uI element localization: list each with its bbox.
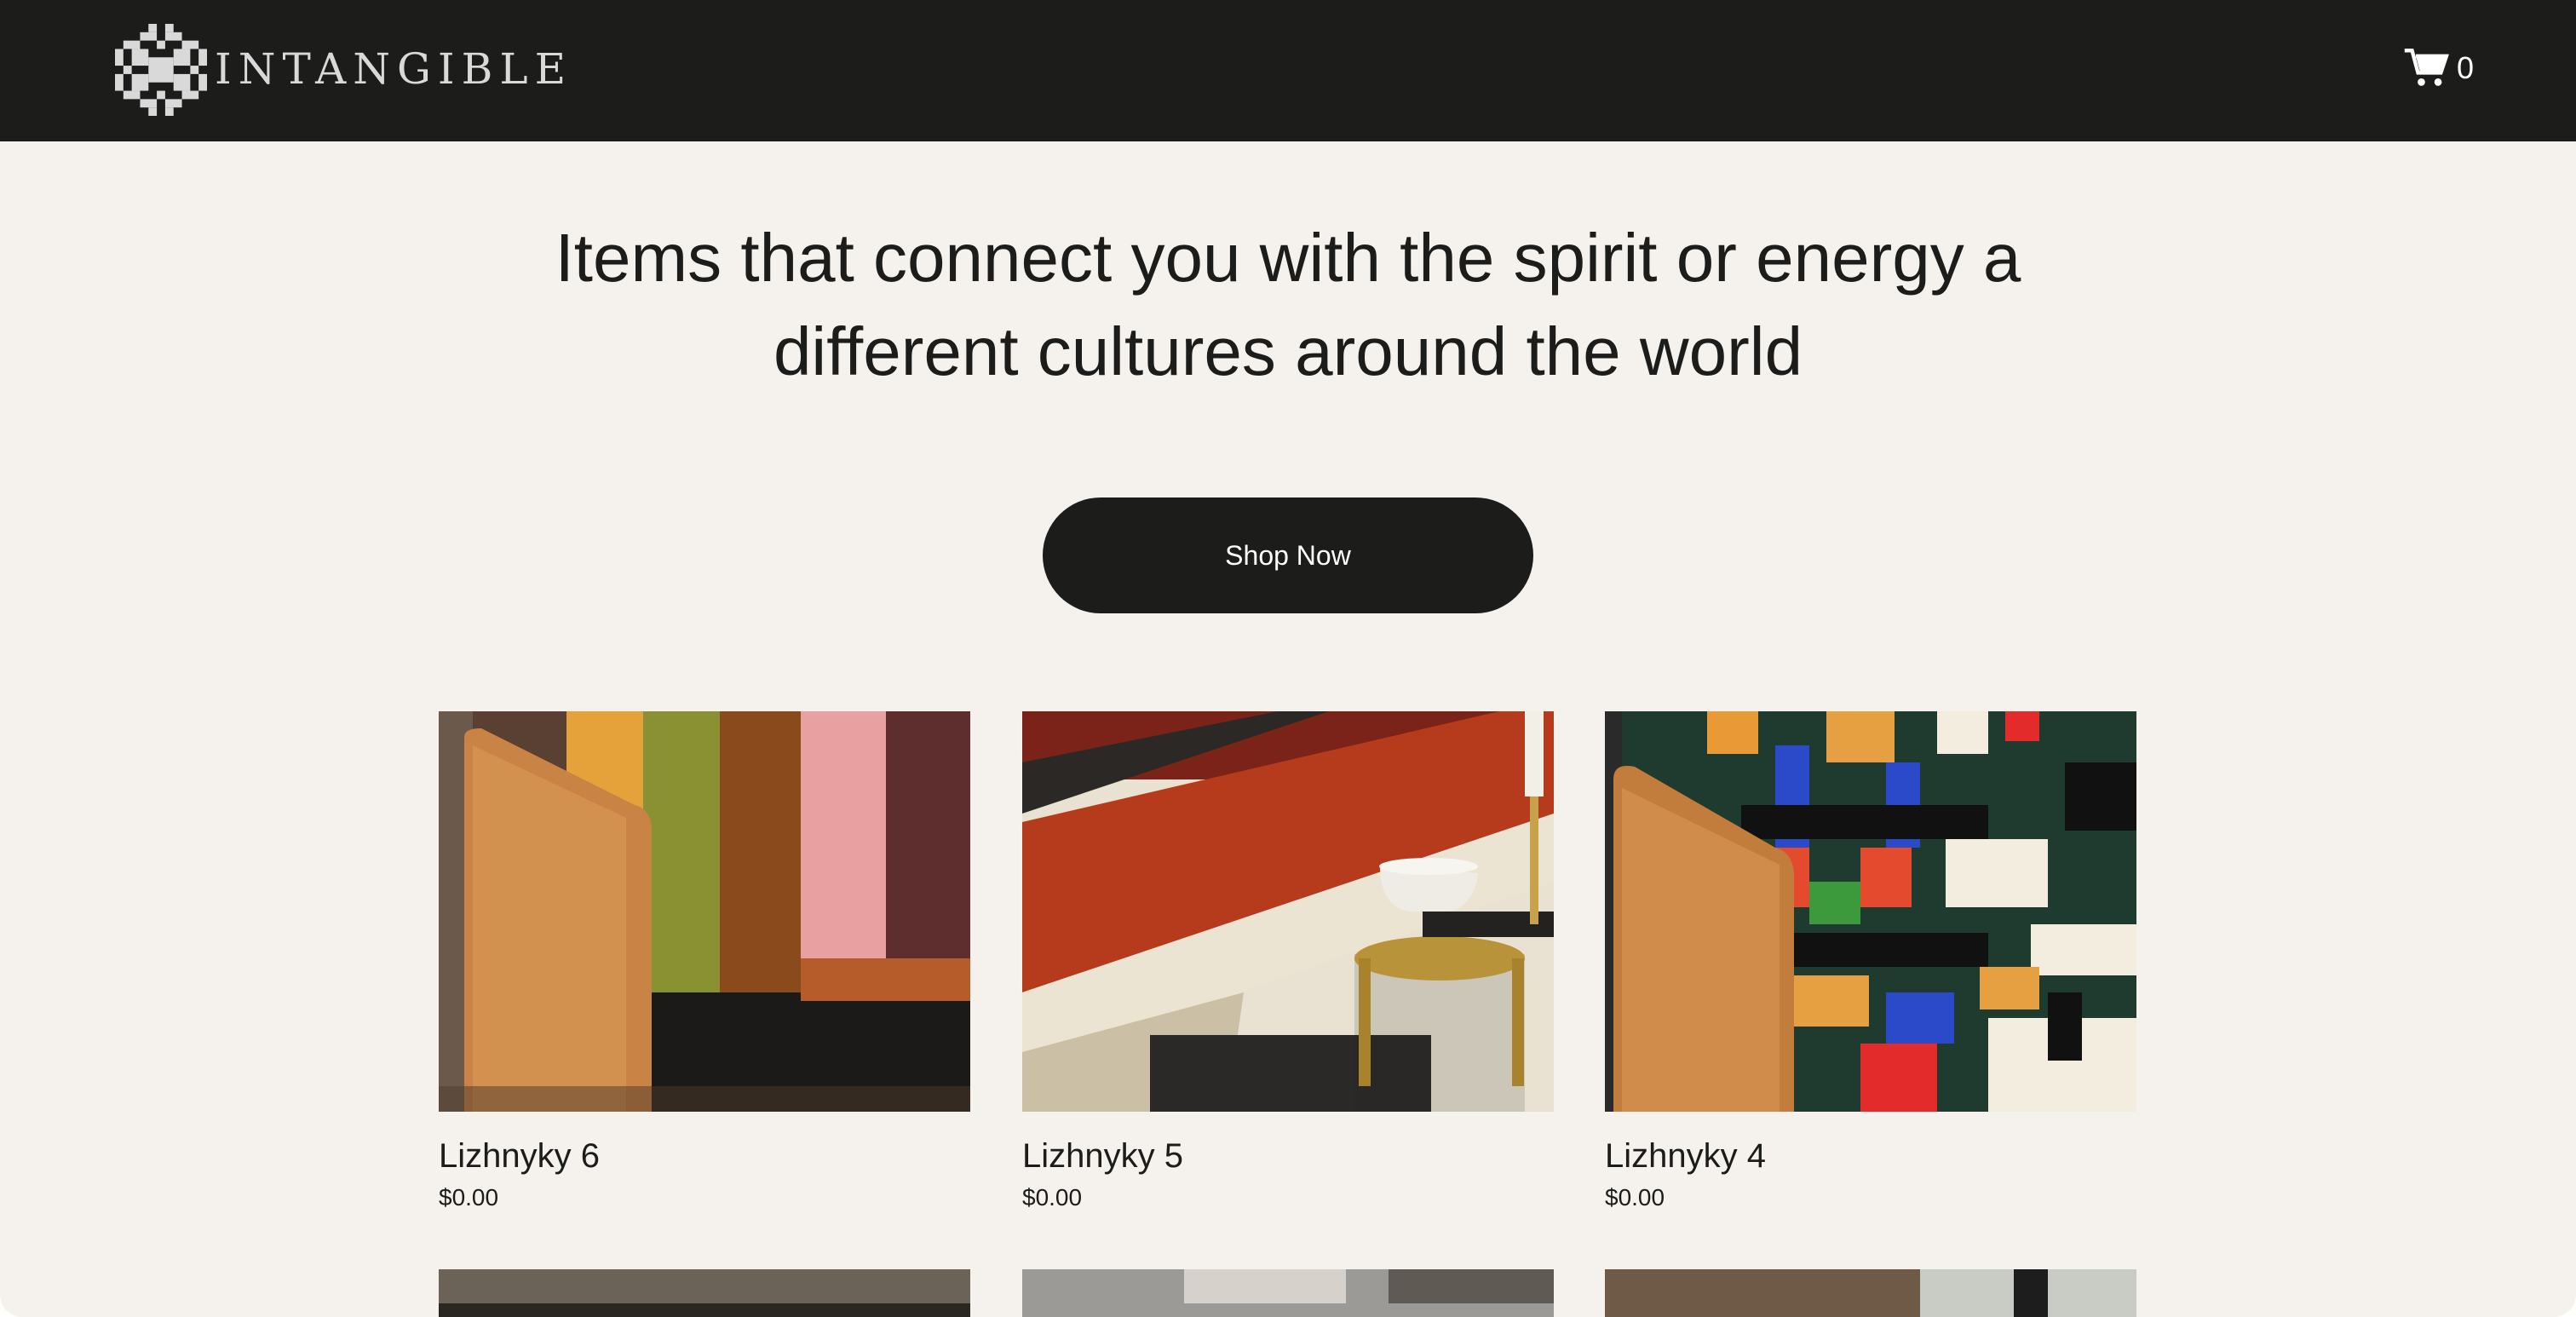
product-name[interactable]: Lizhnyky 6 <box>439 1136 970 1176</box>
hero-headline: Items that connect you with the spirit o… <box>555 220 2021 389</box>
product-card[interactable]: Lizhnyky 6 $0.00 <box>439 711 970 1212</box>
product-image[interactable] <box>1022 1269 1554 1317</box>
product-card[interactable]: Lizhnyky 4 $0.00 <box>1605 711 2136 1212</box>
product-card-row2[interactable] <box>439 1269 970 1317</box>
product-image[interactable] <box>1022 711 1554 1112</box>
site-header: INTANGIBLE 0 <box>0 0 2576 141</box>
product-image[interactable] <box>439 711 970 1112</box>
product-image[interactable] <box>439 1269 970 1317</box>
shop-now-button[interactable]: Shop Now <box>1043 497 1533 613</box>
page: INTANGIBLE 0 Items that connect you with… <box>0 0 2576 1317</box>
cart-button[interactable]: 0 <box>2404 48 2474 89</box>
product-card-row2[interactable] <box>1605 1269 2136 1317</box>
product-price: $0.00 <box>1022 1184 1083 1211</box>
product-card[interactable]: Lizhnyky 5 $0.00 <box>1022 711 1554 1212</box>
product-image[interactable] <box>1605 711 2136 1112</box>
cart-count: 0 <box>2457 50 2475 85</box>
product-image[interactable] <box>1605 1269 2136 1317</box>
product-card-row2[interactable] <box>1022 1269 1554 1317</box>
cart-icon <box>2404 49 2449 86</box>
product-name[interactable]: Lizhnyky 5 <box>1022 1136 1554 1176</box>
ornament-logo-icon[interactable] <box>114 24 208 116</box>
brand-name[interactable]: INTANGIBLE <box>215 43 572 95</box>
product-price: $0.00 <box>1605 1184 1665 1211</box>
product-name[interactable]: Lizhnyky 4 <box>1605 1136 2136 1176</box>
product-price: $0.00 <box>439 1184 499 1211</box>
